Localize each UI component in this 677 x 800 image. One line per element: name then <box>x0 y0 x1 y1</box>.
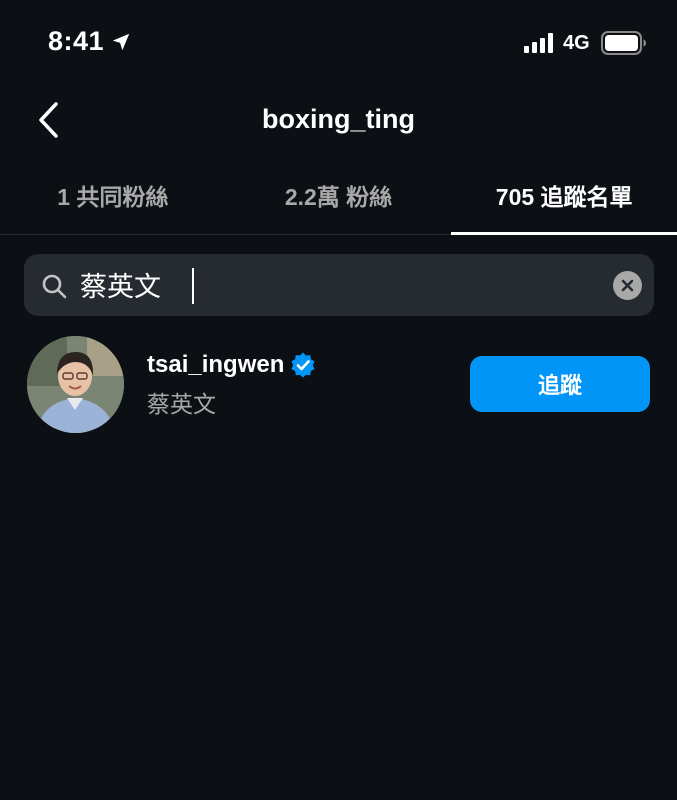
tab-label: 705 追蹤名單 <box>495 184 633 210</box>
username-line: tsai_ingwen <box>147 351 316 379</box>
tab-label: 1 共同粉絲 <box>57 184 169 210</box>
search-box[interactable] <box>24 254 654 316</box>
location-arrow-icon <box>112 33 130 51</box>
search-input[interactable] <box>80 264 600 304</box>
full-name: 蔡英文 <box>147 392 216 418</box>
active-tab-indicator <box>451 232 677 235</box>
search-icon <box>42 274 67 299</box>
user-list-item[interactable]: tsai_ingwen 蔡英文 追蹤 <box>0 333 677 437</box>
profile-photo <box>27 336 124 433</box>
clear-icon <box>621 279 634 292</box>
tab-followers[interactable]: 2.2萬 粉絲 <box>226 168 452 234</box>
network-type: 4G <box>563 32 590 54</box>
clear-search-button[interactable] <box>613 271 642 300</box>
avatar[interactable] <box>27 336 124 433</box>
username: tsai_ingwen <box>147 351 285 378</box>
tab-label: 2.2萬 粉絲 <box>284 184 393 210</box>
header: boxing_ting <box>0 86 677 156</box>
follow-button[interactable]: 追蹤 <box>470 356 650 412</box>
tab-following[interactable]: 705 追蹤名單 <box>451 168 677 235</box>
verified-badge-icon <box>291 352 315 378</box>
text-cursor <box>192 268 194 304</box>
tab-bar: 1 共同粉絲 2.2萬 粉絲 705 追蹤名單 <box>0 168 677 235</box>
signal-icon <box>524 33 553 53</box>
page-title: boxing_ting <box>262 104 415 134</box>
tab-mutual-followers[interactable]: 1 共同粉絲 <box>0 168 226 234</box>
status-time: 8:41 <box>48 26 105 56</box>
battery-icon <box>601 31 646 55</box>
status-bar: 8:41 4G <box>0 0 677 86</box>
